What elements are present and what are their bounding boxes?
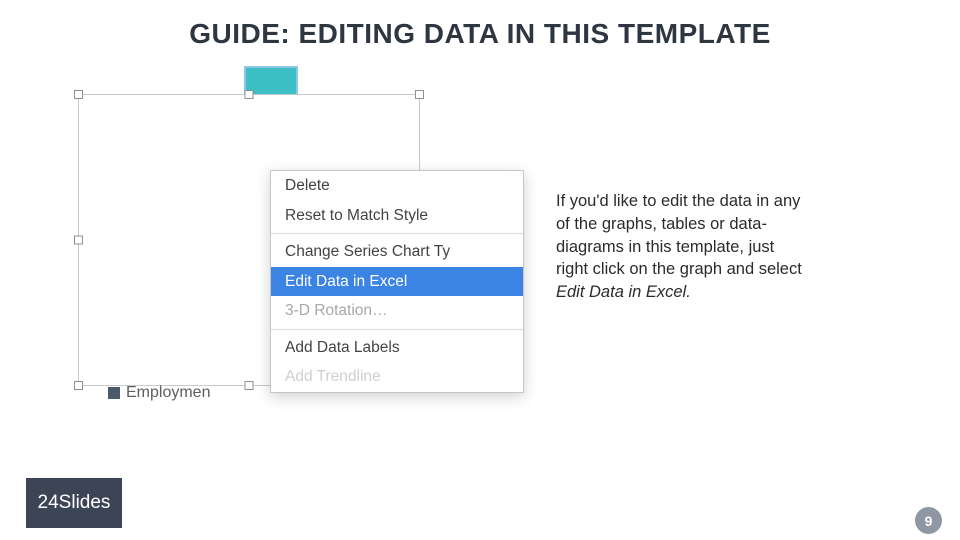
logo-text: 24Slides bbox=[38, 492, 111, 514]
menu-item-add-trendline[interactable]: Add Trendline bbox=[271, 362, 523, 392]
text-line: of the graphs, tables or data- bbox=[556, 215, 767, 233]
instruction-text: If you'd like to edit the data in any of… bbox=[556, 190, 856, 304]
menu-item-reset[interactable]: Reset to Match Style bbox=[271, 201, 523, 231]
slide-title: GUIDE: EDITING DATA IN THIS TEMPLATE bbox=[0, 18, 960, 50]
text-line: If you'd like to edit the data in any bbox=[556, 192, 800, 210]
context-menu: Delete Reset to Match Style Change Serie… bbox=[270, 170, 524, 393]
text-line: diagrams in this template, just bbox=[556, 238, 774, 256]
menu-separator bbox=[271, 233, 523, 234]
chart-legend: Employmen bbox=[108, 384, 210, 402]
menu-item-delete[interactable]: Delete bbox=[271, 171, 523, 201]
menu-item-3d-rotation: 3-D Rotation… bbox=[271, 296, 523, 326]
menu-separator bbox=[271, 329, 523, 330]
text-line-italic: Edit Data in Excel. bbox=[556, 283, 691, 301]
logo-24slides: 24Slides bbox=[26, 478, 122, 528]
menu-item-add-labels[interactable]: Add Data Labels bbox=[271, 333, 523, 363]
legend-swatch bbox=[108, 387, 120, 399]
legend-label: Employmen bbox=[126, 384, 210, 402]
page-number-badge: 9 bbox=[915, 507, 942, 534]
menu-item-change-series[interactable]: Change Series Chart Ty bbox=[271, 237, 523, 267]
menu-item-edit-data[interactable]: Edit Data in Excel bbox=[271, 267, 523, 297]
text-line: right click on the graph and select bbox=[556, 260, 802, 278]
slide: GUIDE: EDITING DATA IN THIS TEMPLATE bbox=[0, 0, 960, 540]
